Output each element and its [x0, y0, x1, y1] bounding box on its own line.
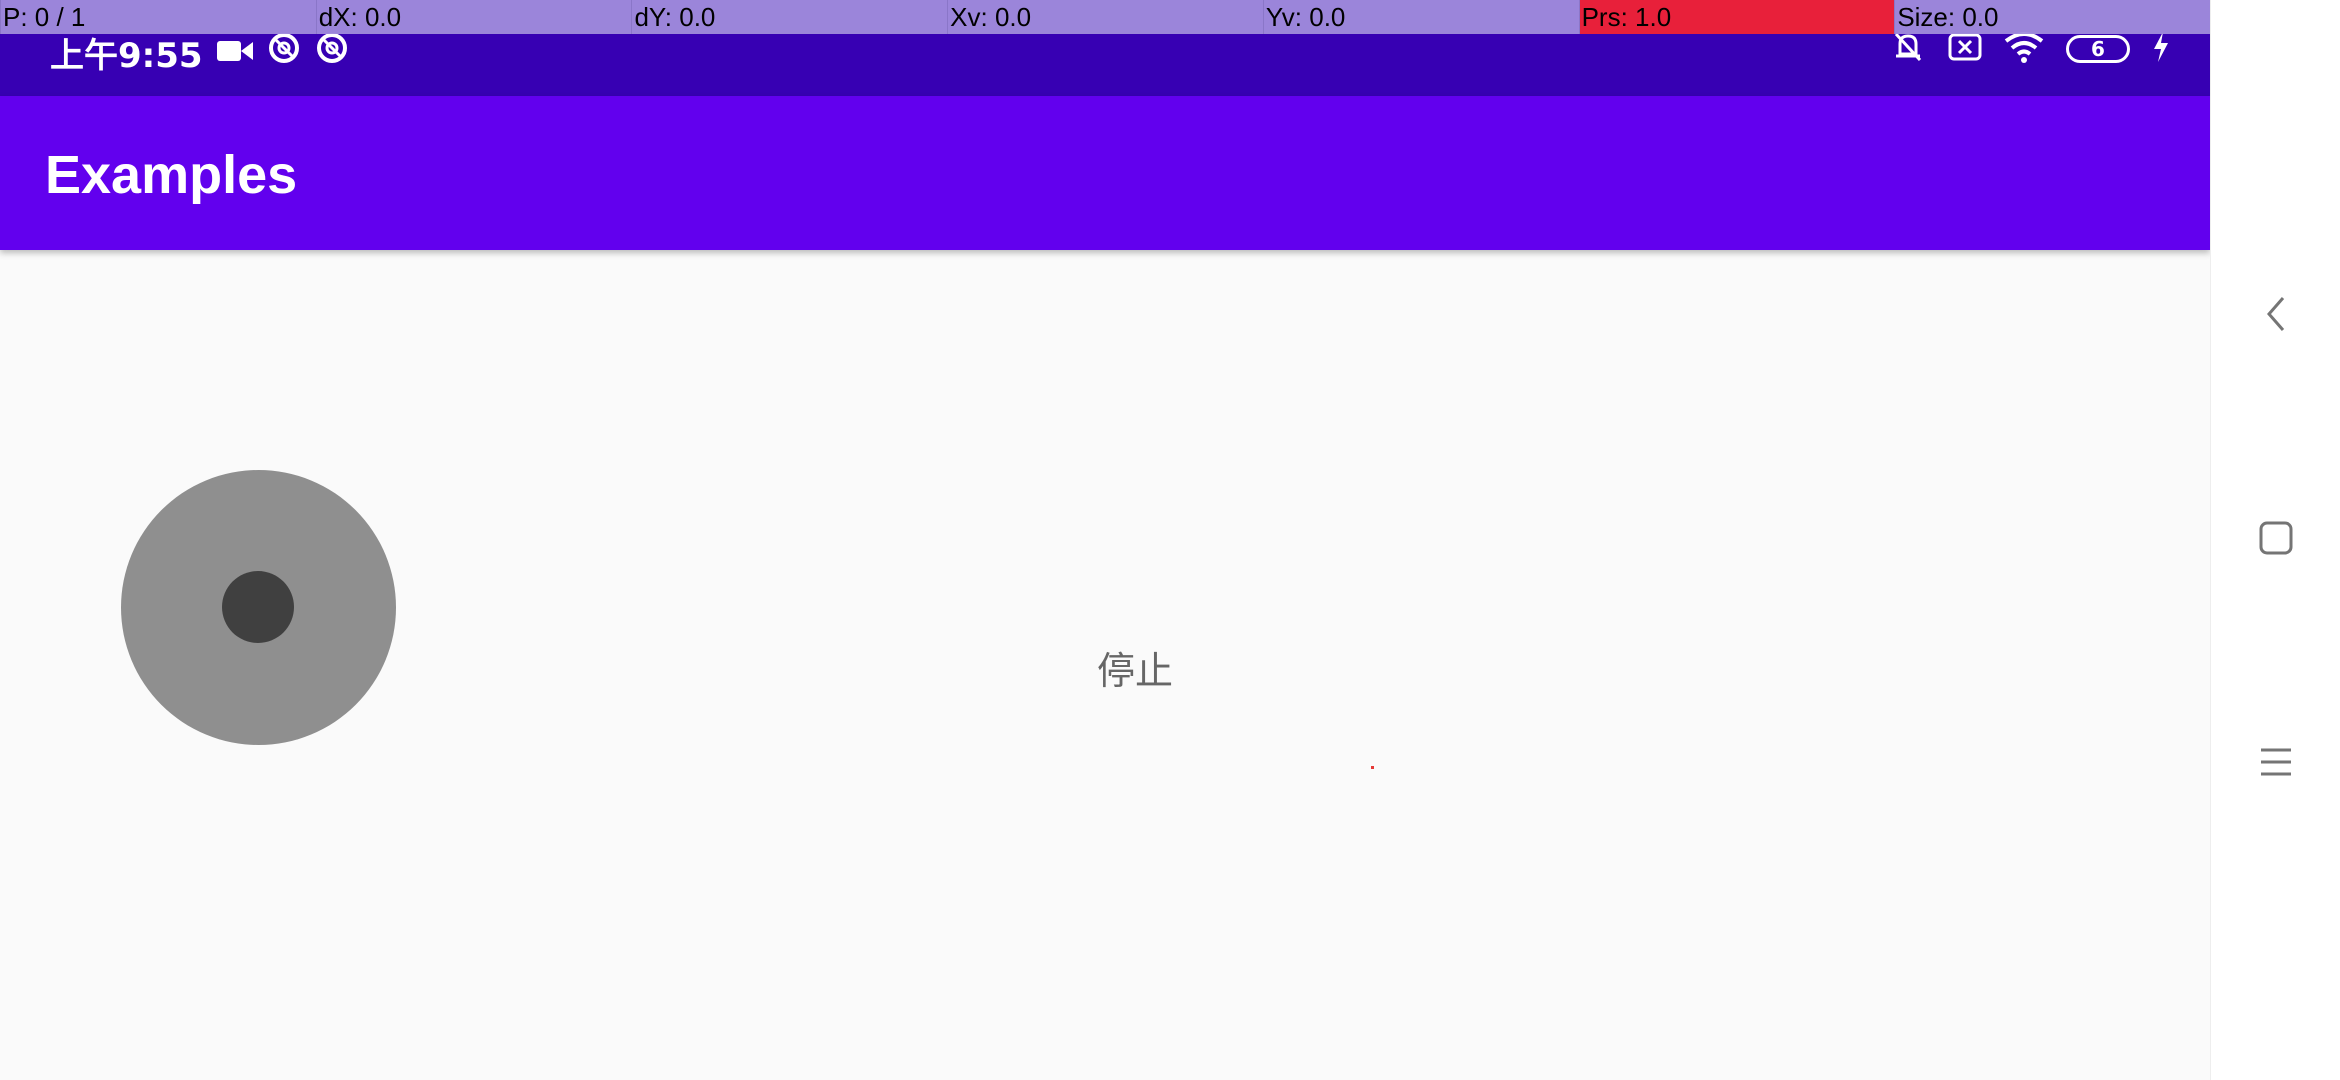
app-bar: Examples	[0, 96, 2210, 250]
wifi-icon	[2004, 31, 2044, 67]
home-icon	[2258, 520, 2294, 560]
page-title: Examples	[45, 145, 298, 205]
back-icon	[2261, 294, 2291, 338]
recents-icon	[2258, 745, 2294, 783]
joystick-knob[interactable]	[222, 571, 294, 643]
app-screen: 上午9:55 6 Examples P: 0 / 1 dX: 0.0 dY: 0…	[0, 0, 2210, 1080]
status-time: 上午9:55	[50, 36, 203, 76]
sync-icon	[267, 31, 301, 74]
home-button[interactable]	[2246, 510, 2306, 570]
status-bar-left: 上午9:55	[50, 28, 349, 77]
battery-icon: 6	[2066, 35, 2130, 63]
muted-bell-icon	[1890, 30, 1926, 68]
overlay-pressure: Prs: 1.0	[1578, 0, 1895, 34]
battery-level: 6	[2091, 37, 2105, 61]
charging-icon	[2152, 32, 2170, 66]
video-camera-icon	[216, 33, 253, 73]
overlay-dx: dX: 0.0	[315, 0, 632, 34]
overlay-size: Size: 0.0	[1894, 0, 2210, 34]
status-bar-right: 6	[1890, 30, 2170, 68]
no-sim-icon	[1948, 32, 1982, 66]
touch-point-marker	[1371, 766, 1374, 769]
overlay-pointer-count: P: 0 / 1	[0, 0, 316, 34]
back-button[interactable]	[2246, 286, 2306, 346]
joystick[interactable]	[121, 470, 396, 745]
overlay-yv: Yv: 0.0	[1262, 0, 1579, 34]
pointer-location-overlay: P: 0 / 1 dX: 0.0 dY: 0.0 Xv: 0.0 Yv: 0.0…	[0, 0, 2210, 34]
overlay-dy: dY: 0.0	[631, 0, 947, 34]
recents-button[interactable]	[2246, 734, 2306, 794]
joystick-status-text: 停止	[1096, 649, 1173, 693]
sync-icon	[315, 31, 349, 74]
overlay-xv: Xv: 0.0	[947, 0, 1263, 34]
navigation-bar	[2210, 0, 2340, 1080]
